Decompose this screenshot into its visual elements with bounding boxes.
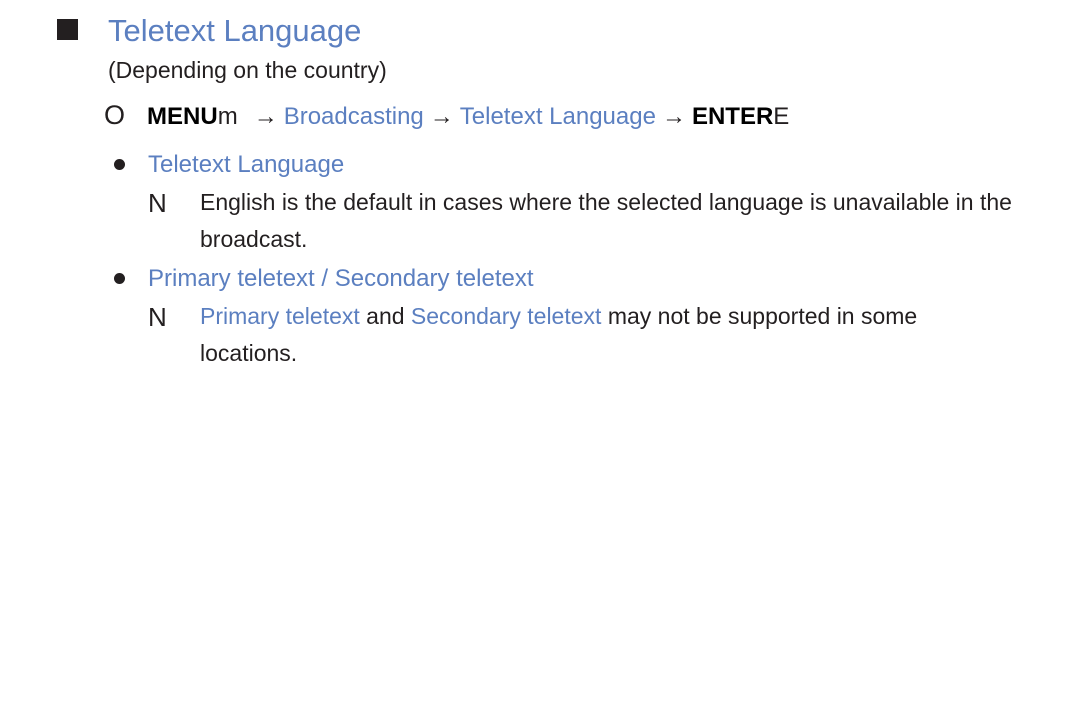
- bullet-dot-icon: [114, 273, 125, 284]
- item-heading-primary-secondary-teletext: Primary teletext / Secondary teletext: [148, 265, 534, 292]
- enter-key-suffix: E: [773, 103, 790, 130]
- arrow-icon: →: [661, 103, 686, 130]
- item-heading-teletext-language: Teletext Language: [148, 151, 345, 178]
- menu-key-label: MENU: [147, 103, 218, 130]
- note-term-primary-teletext: Primary teletext: [200, 303, 360, 329]
- arrow-icon: →: [253, 103, 278, 130]
- bullet-dot-icon: [114, 159, 125, 170]
- enter-key-label: ENTER: [691, 103, 774, 130]
- note-term-secondary-teletext: Secondary teletext: [410, 303, 602, 329]
- note-and: and: [359, 303, 411, 329]
- note-icon: N: [148, 302, 167, 332]
- note-text-support: Primary teletext and Secondary teletext …: [200, 298, 990, 372]
- menu-key-suffix: m: [217, 103, 238, 130]
- menu-path-teletext-language: Teletext Language: [459, 103, 656, 130]
- menu-path: O MENUm → Broadcasting → Teletext Language → EN…: [104, 100, 789, 132]
- section-square-bullet-icon: [57, 19, 78, 40]
- section-subtitle: (Depending on the country): [108, 57, 387, 83]
- note-icon: N: [148, 188, 167, 218]
- menu-path-icon: O: [104, 100, 126, 130]
- note-text-default-language: English is the default in cases where th…: [200, 189, 1012, 252]
- section-title: Teletext Language: [108, 13, 362, 48]
- menu-path-broadcasting: Broadcasting: [283, 103, 424, 130]
- arrow-icon: →: [429, 103, 454, 130]
